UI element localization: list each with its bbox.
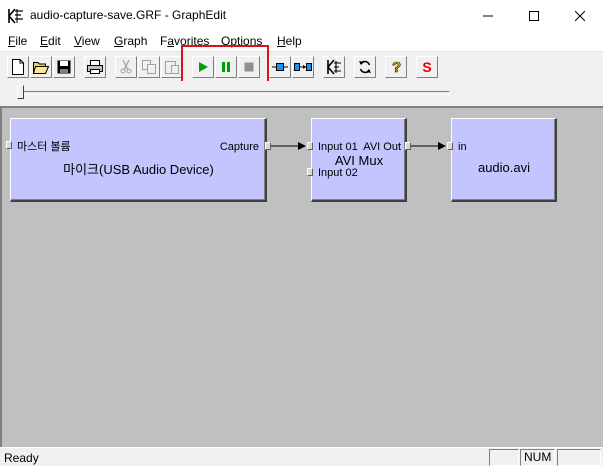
render-button[interactable]	[323, 56, 345, 78]
print-icon	[87, 60, 103, 74]
help-icon: ?	[392, 59, 402, 75]
status-bar: Ready NUM	[0, 447, 603, 466]
sync-source-button[interactable]: S	[416, 56, 438, 78]
title-bar: audio-capture-save.GRF - GraphEdit	[0, 0, 603, 31]
svg-text:?: ?	[392, 59, 401, 75]
input-pin-input01[interactable]	[307, 142, 313, 150]
connect-button[interactable]	[292, 56, 314, 78]
menu-edit[interactable]: Edit	[40, 34, 61, 48]
paste-icon	[165, 61, 179, 74]
window-title: audio-capture-save.GRF - GraphEdit	[30, 8, 227, 22]
pin-label-input02: Input 02	[318, 167, 358, 179]
status-pane-1	[489, 449, 519, 466]
stop-button[interactable]	[238, 56, 260, 78]
filter-title: AVI Mux	[334, 153, 384, 168]
open-button[interactable]	[30, 56, 52, 78]
graphedit-icon[interactable]	[7, 7, 25, 25]
connect-icon	[294, 63, 312, 71]
seek-slider-bar	[0, 81, 603, 106]
pin-label-aviout: AVI Out	[363, 141, 401, 153]
pin-label-in: in	[458, 141, 467, 153]
sync-source-icon: S	[422, 59, 432, 75]
help-button[interactable]: ?	[385, 56, 407, 78]
seek-icon	[272, 63, 288, 71]
pin-label-capture: Capture	[219, 141, 259, 153]
new-button[interactable]	[7, 56, 29, 78]
filter-pin-label: 마스터 볼륨	[17, 141, 71, 153]
menu-graph[interactable]: Graph	[114, 34, 147, 48]
play-button[interactable]	[192, 56, 214, 78]
print-button[interactable]	[84, 56, 106, 78]
seek-button[interactable]	[269, 56, 291, 78]
menu-view[interactable]: View	[74, 34, 100, 48]
refresh-button[interactable]	[354, 56, 376, 78]
play-icon	[199, 62, 208, 72]
filter-audio-capture[interactable]: 마스터 볼륨 마이크(USB Audio Device) Capture	[10, 118, 267, 202]
status-text: Ready	[4, 451, 39, 465]
graph-canvas[interactable]: 마스터 볼륨 마이크(USB Audio Device) Capture Inp…	[0, 106, 603, 447]
output-pin-capture[interactable]	[265, 142, 271, 150]
input-pin-input02[interactable]	[307, 168, 313, 176]
connection-aviout-to-in[interactable]	[411, 142, 446, 150]
status-pane-3	[557, 449, 601, 466]
refresh-icon	[359, 60, 371, 74]
pause-button[interactable]	[215, 56, 237, 78]
filter-title: 마이크(USB Audio Device)	[63, 162, 214, 177]
copy-icon	[142, 60, 156, 74]
cut-button[interactable]	[115, 56, 137, 78]
pause-icon	[222, 62, 230, 72]
menu-options[interactable]: Options	[221, 34, 262, 48]
close-icon	[575, 10, 585, 21]
connection-capture-to-input01[interactable]	[271, 142, 306, 150]
input-pin-volume[interactable]	[6, 141, 12, 149]
new-icon	[12, 59, 24, 75]
input-pin-in[interactable]	[447, 142, 453, 150]
render-icon	[327, 59, 341, 75]
seek-slider-thumb[interactable]	[17, 85, 24, 99]
menu-favorites[interactable]: Favorites	[160, 34, 209, 48]
status-pane-num: NUM	[520, 449, 555, 466]
filter-avi-mux[interactable]: Input 01 Input 02 AVI Out AVI Mux	[311, 118, 407, 202]
menu-bar: File Edit View Graph Favorites Options H…	[0, 31, 603, 51]
output-pin-aviout[interactable]	[405, 142, 411, 150]
minimize-icon	[483, 15, 493, 16]
filter-file-writer[interactable]: in audio.avi	[451, 118, 557, 202]
paste-button[interactable]	[161, 56, 183, 78]
save-button[interactable]	[53, 56, 75, 78]
stop-icon	[244, 62, 254, 72]
save-icon	[57, 60, 71, 74]
minimize-button[interactable]	[465, 0, 511, 31]
menu-help[interactable]: Help	[277, 34, 302, 48]
menu-file[interactable]: File	[8, 34, 27, 48]
maximize-icon	[529, 10, 539, 21]
maximize-button[interactable]	[511, 0, 557, 31]
pin-label-input01: Input 01	[318, 141, 358, 153]
filter-title: audio.avi	[477, 160, 531, 175]
open-icon	[33, 62, 49, 74]
close-button[interactable]	[557, 0, 603, 31]
toolbar: ? S	[0, 51, 603, 81]
copy-button[interactable]	[138, 56, 160, 78]
seek-slider-track[interactable]	[20, 91, 450, 95]
cut-icon	[120, 60, 132, 74]
